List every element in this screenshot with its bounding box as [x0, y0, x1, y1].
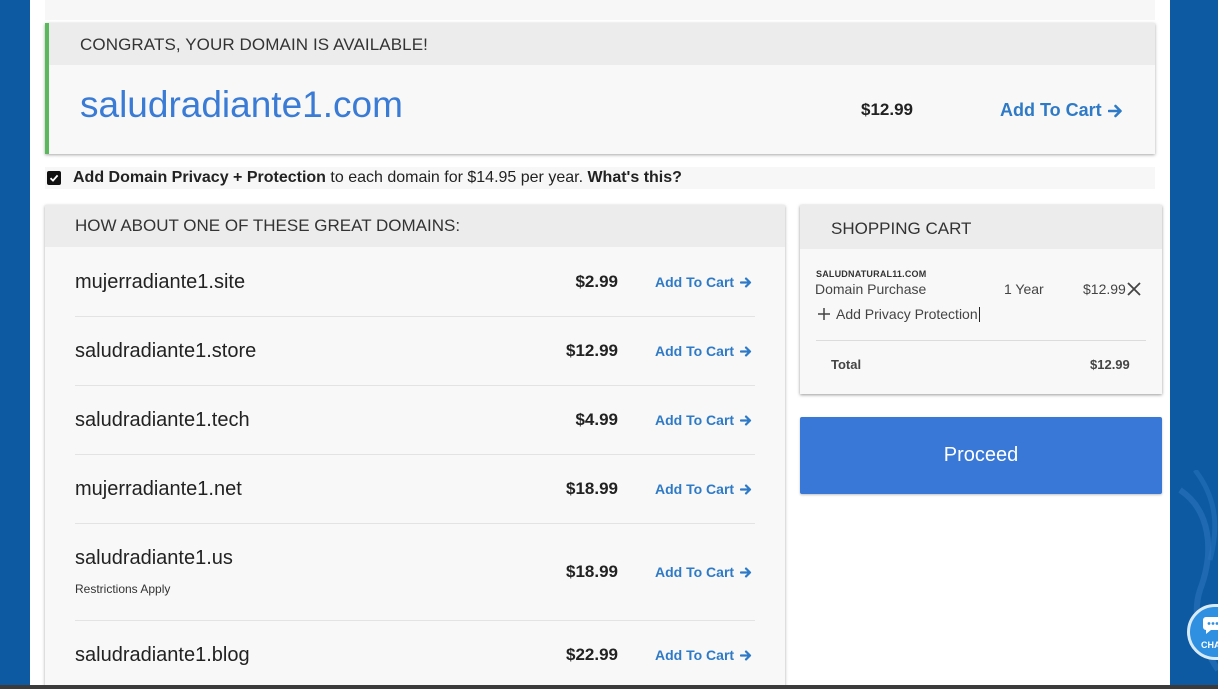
- domain-price: $18.99: [566, 562, 618, 581]
- add-to-cart-button[interactable]: Add To Cart: [655, 412, 752, 428]
- suggested-domains-header: HOW ABOUT ONE OF THESE GREAT DOMAINS:: [45, 205, 785, 247]
- domain-name: saludradiante1.us: [75, 547, 233, 569]
- add-to-cart-label: Add To Cart: [655, 343, 735, 359]
- list-item: saludradiante1.us Restrictions Apply $18…: [75, 524, 755, 621]
- cart-item-domain: SALUDNATURAL11.COM: [816, 269, 927, 279]
- chat-bubble-icon: [1203, 617, 1218, 634]
- add-to-cart-label: Add To Cart: [655, 274, 735, 290]
- shopping-cart-card: SHOPPING CART SALUDNATURAL11.COM Domain …: [800, 205, 1162, 394]
- shopping-cart-header: SHOPPING CART: [800, 205, 1162, 249]
- domain-name: mujerradiante1.net: [75, 478, 242, 500]
- divider: [816, 340, 1146, 341]
- privacy-option-row: Add Domain Privacy + Protection to each …: [45, 167, 1155, 189]
- add-to-cart-button[interactable]: Add To Cart: [655, 481, 752, 497]
- domain-price: $12.99: [566, 341, 618, 360]
- domain-name: mujerradiante1.site: [75, 271, 246, 293]
- top-strip: [45, 0, 1155, 20]
- arrow-right-icon: [740, 567, 752, 577]
- add-to-cart-button[interactable]: Add To Cart: [655, 647, 752, 663]
- text-cursor: [978, 306, 980, 322]
- available-domain-card: CONGRATS, YOUR DOMAIN IS AVAILABLE! salu…: [45, 23, 1155, 154]
- taskbar-edge: [0, 685, 1218, 689]
- add-to-cart-label: Add To Cart: [655, 647, 735, 663]
- cart-total-value: $12.99: [1090, 357, 1130, 372]
- list-item: mujerradiante1.net $18.99 Add To Cart: [75, 455, 755, 524]
- domain-price: $2.99: [575, 272, 618, 291]
- add-to-cart-label: Add To Cart: [655, 412, 735, 428]
- add-privacy-protection-button[interactable]: Add Privacy Protection: [817, 306, 980, 322]
- domain-price: $22.99: [566, 645, 618, 664]
- privacy-title: Add Domain Privacy + Protection: [73, 169, 326, 186]
- domain-name: saludradiante1.blog: [75, 644, 250, 666]
- plus-icon: [818, 308, 830, 320]
- list-item: mujerradiante1.site $2.99 Add To Cart: [75, 248, 755, 317]
- available-domain-price: $12.99: [861, 100, 913, 119]
- list-item: saludradiante1.store $12.99 Add To Cart: [75, 317, 755, 386]
- arrow-right-icon: [740, 484, 752, 494]
- add-to-cart-button[interactable]: Add To Cart: [655, 343, 752, 359]
- available-add-to-cart-button[interactable]: Add To Cart: [1000, 100, 1123, 121]
- domain-name: saludradiante1.tech: [75, 409, 250, 431]
- close-icon: [1127, 282, 1141, 296]
- arrow-right-icon: [740, 277, 752, 287]
- domain-name: saludradiante1.store: [75, 340, 257, 362]
- checkmark-icon: [49, 174, 59, 182]
- arrow-right-icon: [1107, 104, 1122, 117]
- proceed-button[interactable]: Proceed: [800, 417, 1162, 494]
- arrow-right-icon: [740, 415, 752, 425]
- list-item: saludradiante1.tech $4.99 Add To Cart: [75, 386, 755, 455]
- available-domain-name: saludradiante1.com: [80, 84, 403, 125]
- chat-label: CHA: [1201, 640, 1218, 650]
- cart-total-label: Total: [831, 357, 862, 372]
- add-to-cart-label: Add To Cart: [655, 481, 735, 497]
- privacy-text: to each domain for $14.95 per year.: [325, 169, 588, 186]
- suggested-domains-card: HOW ABOUT ONE OF THESE GREAT DOMAINS: mu…: [45, 205, 785, 689]
- add-to-cart-button[interactable]: Add To Cart: [655, 274, 752, 290]
- add-privacy-protection-label: Add Privacy Protection: [836, 306, 978, 322]
- cart-item-price: $12.99: [1083, 281, 1126, 297]
- whats-this-link[interactable]: What's this?: [587, 169, 681, 187]
- add-to-cart-button[interactable]: Add To Cart: [655, 564, 752, 580]
- add-to-cart-label: Add To Cart: [1000, 100, 1102, 120]
- restrictions-note: Restrictions Apply: [75, 582, 171, 596]
- domain-price: $4.99: [575, 410, 618, 429]
- domain-price: $18.99: [566, 479, 618, 498]
- arrow-right-icon: [740, 650, 752, 660]
- available-header: CONGRATS, YOUR DOMAIN IS AVAILABLE!: [49, 23, 1155, 65]
- list-item: saludradiante1.blog $22.99 Add To Cart: [75, 621, 755, 689]
- cart-item-term[interactable]: 1 Year: [1004, 281, 1044, 297]
- remove-item-button[interactable]: [1126, 281, 1142, 302]
- cart-item-type: Domain Purchase: [815, 281, 927, 297]
- privacy-checkbox[interactable]: [47, 171, 61, 185]
- arrow-right-icon: [740, 346, 752, 356]
- add-to-cart-label: Add To Cart: [655, 564, 735, 580]
